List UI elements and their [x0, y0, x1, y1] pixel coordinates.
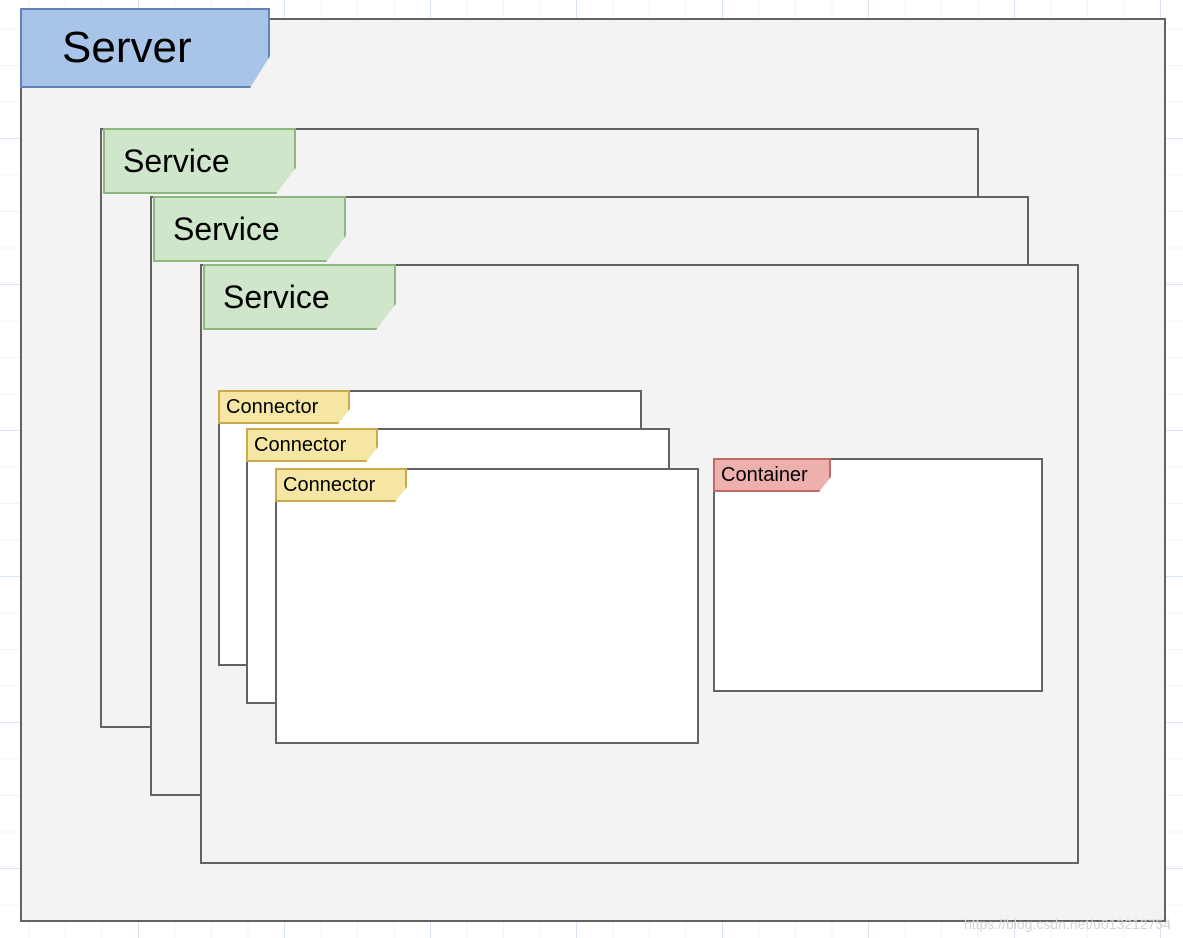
container-label: Container [721, 464, 808, 487]
service-label-1: Service [123, 143, 230, 180]
connector-tag-1: Connector [218, 390, 350, 424]
connector-tag-2: Connector [246, 428, 378, 462]
container-box [713, 458, 1043, 692]
connector-label-3: Connector [283, 474, 375, 497]
service-label-3: Service [223, 279, 330, 316]
service-tag-1: Service [103, 128, 296, 194]
service-tag-2: Service [153, 196, 346, 262]
container-tag: Container [713, 458, 831, 492]
connector-box-3 [275, 468, 699, 744]
service-label-2: Service [173, 211, 280, 248]
server-tag: Server [20, 8, 270, 88]
server-label: Server [62, 23, 192, 73]
connector-label-1: Connector [226, 396, 318, 419]
connector-label-2: Connector [254, 434, 346, 457]
service-tag-3: Service [203, 264, 396, 330]
connector-tag-3: Connector [275, 468, 407, 502]
diagram-canvas: Server Service Service Service Connector… [0, 0, 1183, 938]
